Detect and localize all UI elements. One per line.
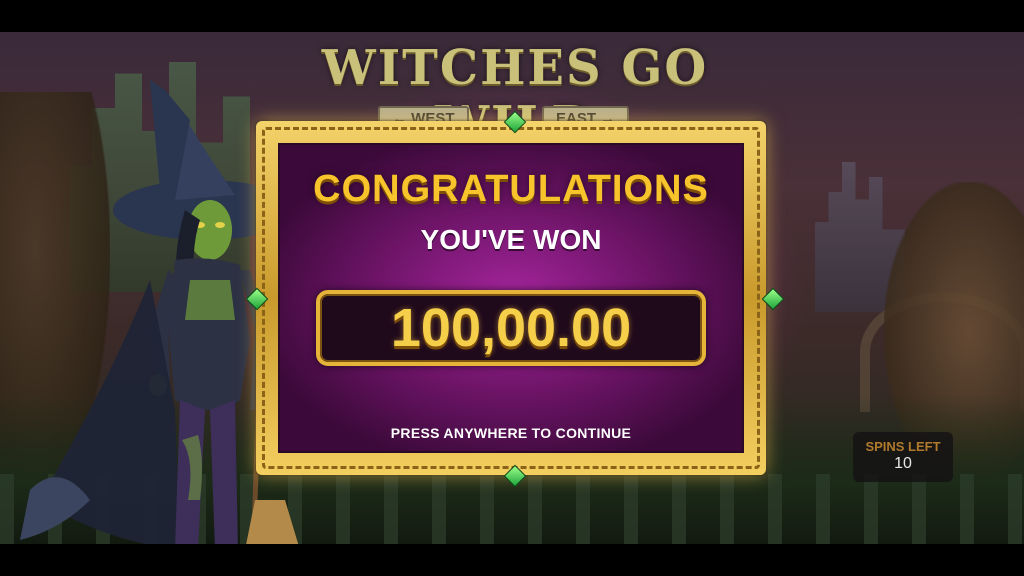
spins-left-counter: SPINS LEFT 10 [853, 432, 953, 482]
youve-won-subheading: YOU'VE WON [420, 224, 602, 255]
continue-prompt[interactable]: PRESS ANYWHERE TO CONTINUE [256, 425, 766, 441]
witch-character [0, 80, 300, 550]
congratulations-heading: CONGRATULATIONS [313, 168, 709, 210]
win-amount: 100,00.00 [390, 298, 632, 358]
letterbox-bottom [0, 544, 1024, 576]
game-screen[interactable]: WITCHES GO WILD ← WEST EAST → [0, 0, 1024, 576]
letterbox-top [0, 0, 1024, 32]
spins-left-value: 10 [894, 455, 912, 472]
witch-illustration [20, 80, 300, 550]
spins-left-label: SPINS LEFT [865, 439, 941, 454]
win-amount-box: 100,00.00 [316, 290, 706, 366]
